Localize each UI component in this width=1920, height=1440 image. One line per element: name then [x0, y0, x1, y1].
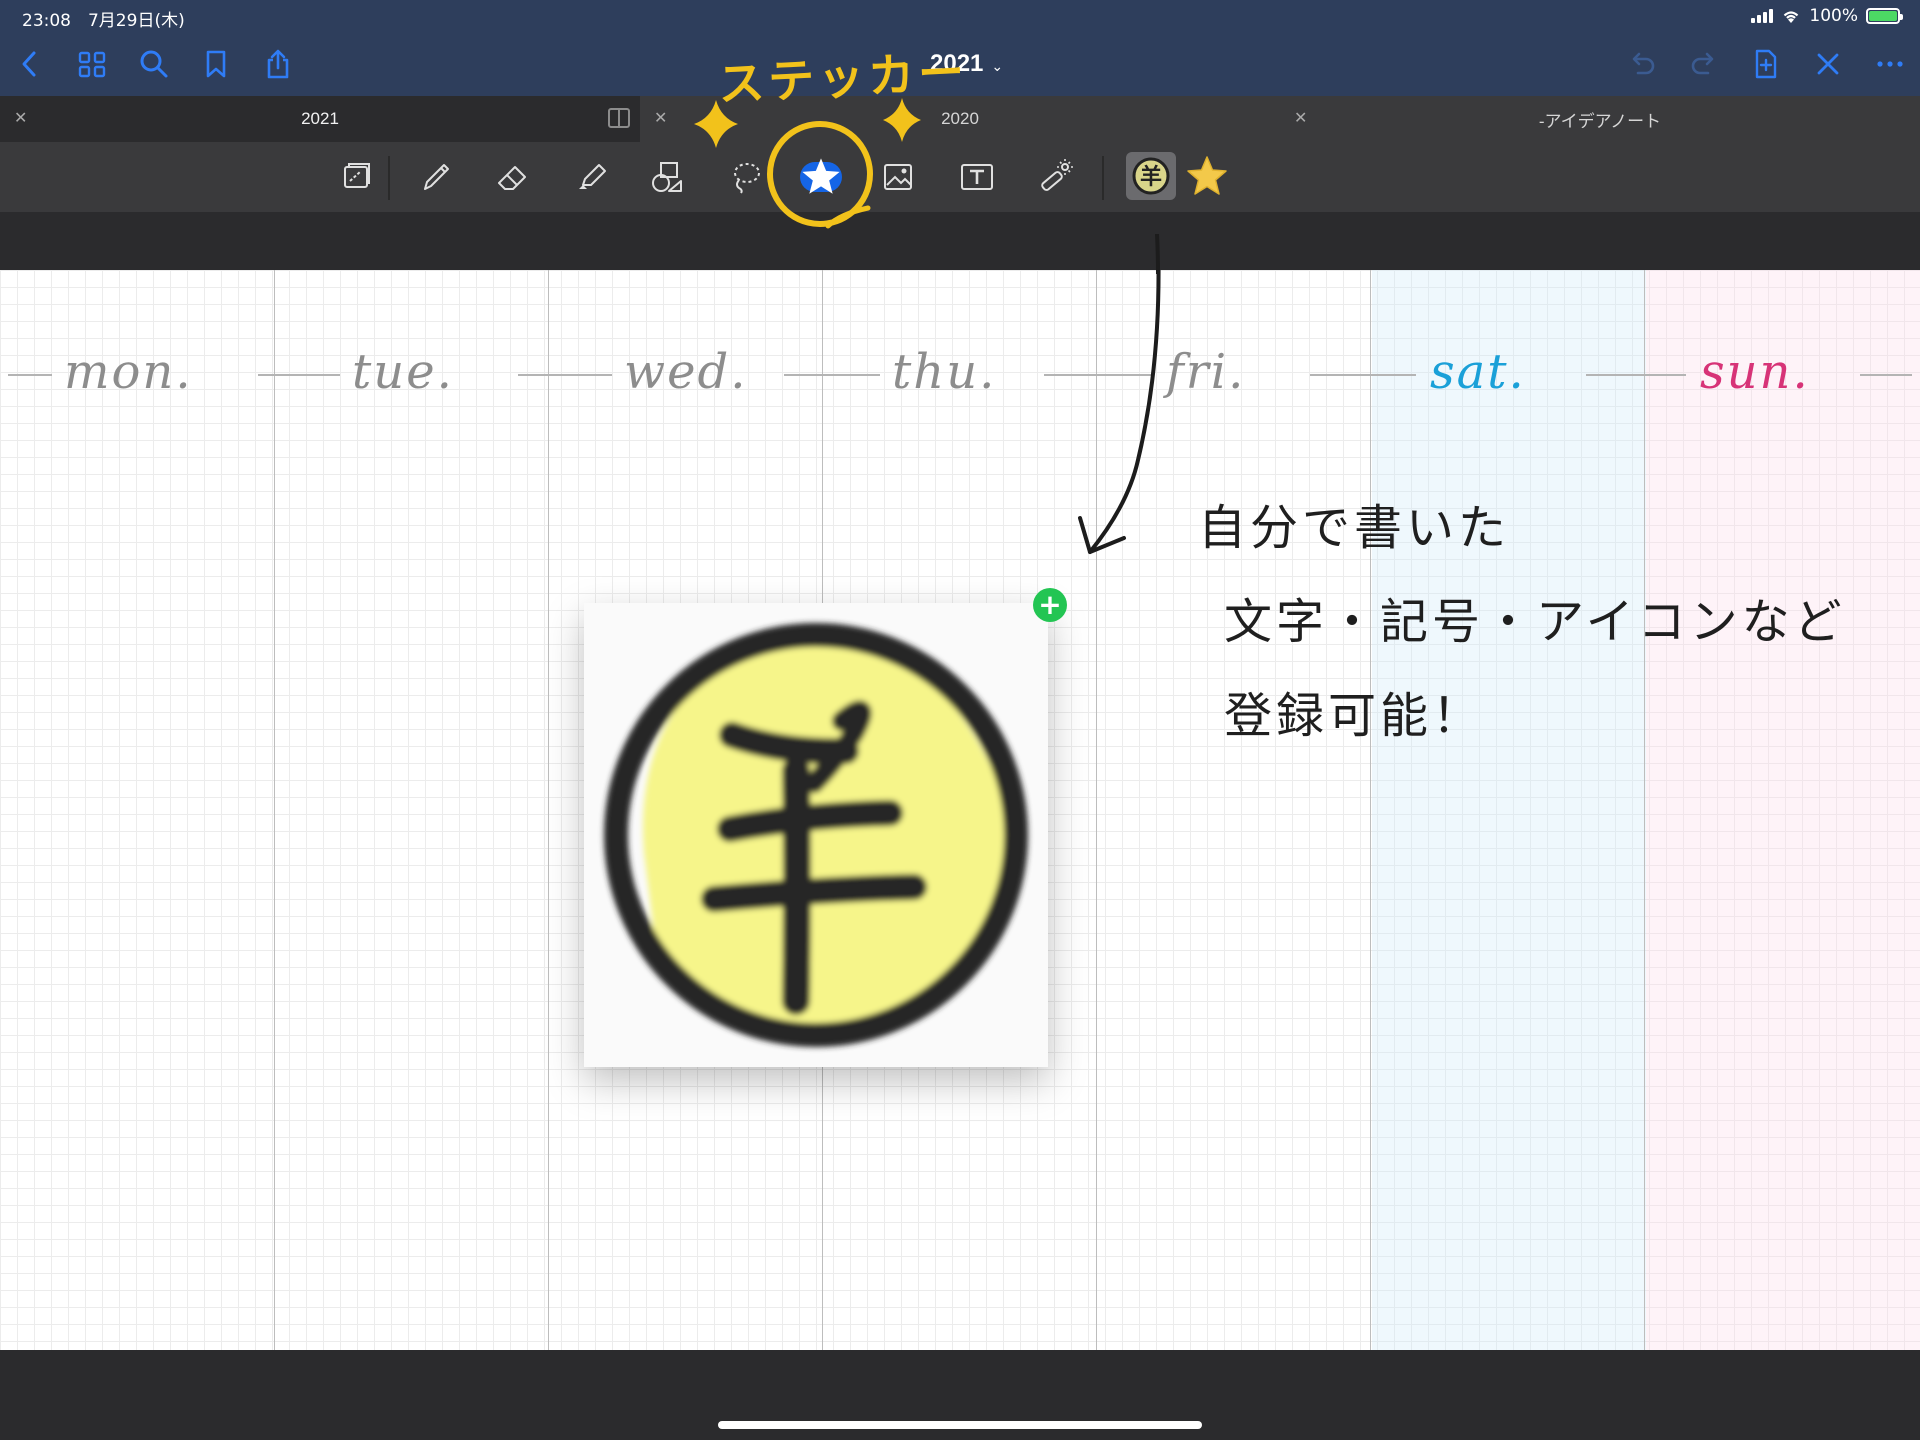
- weekday-header: mon. tue. wed. thu. fri. sat. sun.: [0, 344, 1920, 404]
- close-tab-icon[interactable]: ✕: [654, 108, 667, 128]
- preset-star-sticker[interactable]: [1182, 152, 1232, 200]
- tool-bar: 羊: [0, 142, 1920, 212]
- highlighter-icon: [579, 164, 606, 189]
- battery-icon: [1866, 8, 1903, 24]
- pen-icon: [424, 164, 449, 190]
- split-view-icon[interactable]: [608, 108, 630, 128]
- status-time: 23:08 7月29日(木): [22, 11, 185, 31]
- shapes-icon: [652, 162, 682, 192]
- eraser-tool-button[interactable]: [486, 152, 540, 202]
- sticker-tool-active: [800, 158, 842, 194]
- undo-button[interactable]: [1622, 44, 1662, 84]
- tab-label: 2021: [301, 109, 339, 128]
- header-dash: [784, 374, 880, 376]
- shapes-tool-button[interactable]: [640, 152, 694, 202]
- close-tab-icon[interactable]: ✕: [14, 108, 27, 128]
- redo-button[interactable]: [1684, 44, 1724, 84]
- lasso-tool-button[interactable]: [718, 152, 772, 202]
- image-icon: [884, 164, 912, 190]
- share-icon: [267, 49, 289, 79]
- image-tool-button[interactable]: [872, 152, 926, 202]
- preset-hitsuji-sticker[interactable]: 羊: [1126, 152, 1176, 200]
- header-dash: [1310, 374, 1416, 376]
- bookmark-icon: [206, 50, 226, 78]
- close-document-button[interactable]: [1808, 44, 1848, 84]
- grid-view-button[interactable]: [72, 44, 112, 84]
- add-page-button[interactable]: [1746, 44, 1786, 84]
- cellular-signal-icon: [1751, 9, 1774, 23]
- search-button[interactable]: [134, 44, 174, 84]
- battery-percent: 100%: [1809, 6, 1858, 26]
- read-only-icon: [344, 163, 370, 188]
- bookmark-button[interactable]: [196, 44, 236, 84]
- tab-label: -アイデアノート: [1538, 111, 1662, 131]
- add-sticker-button[interactable]: +: [1033, 588, 1067, 622]
- tab-2021[interactable]: ✕ 2021: [0, 96, 640, 142]
- sticker-icon: [802, 158, 840, 194]
- day-label-wed: wed.: [624, 344, 748, 400]
- wifi-icon: [1784, 11, 1799, 23]
- day-divider: [1644, 270, 1645, 1350]
- toolbar-extension-bar: [0, 212, 1920, 270]
- hitsuji-sticker[interactable]: [584, 603, 1048, 1067]
- note-line-2: 文字・記号・アイコンなど: [1224, 594, 1846, 650]
- status-indicators: 100%: [1751, 6, 1903, 26]
- share-button[interactable]: [258, 44, 298, 84]
- hitsuji-sticker-image: [604, 623, 1028, 1047]
- sunday-column: [1646, 270, 1920, 1350]
- hand-drawn-arrow: [1078, 270, 1161, 554]
- laser-pointer-tool-button[interactable]: [1028, 152, 1082, 202]
- sticker-tool-button[interactable]: [794, 152, 848, 202]
- text-icon: [961, 164, 993, 190]
- close-icon: [1817, 53, 1839, 75]
- tab-idea-note[interactable]: ✕ -アイデアノート: [1280, 96, 1920, 142]
- header-dash: [518, 374, 612, 376]
- day-label-thu: thu.: [892, 344, 997, 400]
- text-tool-button[interactable]: [950, 152, 1004, 202]
- note-line-3: 登録可能！: [1224, 688, 1485, 744]
- lasso-icon: [734, 163, 760, 194]
- laser-pointer-icon: [1041, 159, 1073, 191]
- close-tab-icon[interactable]: ✕: [1294, 108, 1307, 128]
- day-divider: [274, 270, 275, 1350]
- undo-icon: [1632, 52, 1655, 75]
- highlighter-tool-button[interactable]: [564, 152, 618, 202]
- grid-icon: [78, 51, 106, 78]
- toolbar-divider: [388, 156, 390, 200]
- eraser-icon: [498, 166, 526, 190]
- tab-bar: ✕ 2021 ✕ 2020 ✕ -アイデアノート: [0, 96, 1920, 142]
- redo-icon: [1691, 52, 1714, 75]
- header-dash: [1860, 374, 1912, 376]
- more-icon: [1877, 61, 1903, 67]
- header-dash: [8, 374, 52, 376]
- day-divider: [548, 270, 549, 1350]
- star-sticker-icon: [1187, 156, 1227, 195]
- chevron-down-icon: ⌄: [991, 58, 1004, 74]
- sticker-annotation-label: ステッカー: [716, 44, 970, 112]
- back-icon: [22, 51, 36, 77]
- add-page-icon: [1755, 49, 1777, 79]
- toolbar-divider: [1102, 156, 1104, 200]
- header-dash: [1586, 374, 1686, 376]
- day-label-sun: sun.: [1700, 344, 1810, 400]
- header-dash: [258, 374, 340, 376]
- home-indicator[interactable]: [718, 1421, 1202, 1429]
- hitsuji-sticker-icon: 羊: [1132, 157, 1170, 195]
- hand-drawn-arrow-top: [1155, 234, 1160, 274]
- back-button[interactable]: [10, 44, 50, 84]
- notebook-page[interactable]: mon. tue. wed. thu. fri. sat. sun. 自分で書い…: [0, 270, 1920, 1350]
- hitsuji-sticker-glyph: 羊: [1140, 164, 1162, 190]
- tab-label: 2020: [941, 109, 979, 128]
- more-button[interactable]: [1870, 44, 1910, 84]
- pen-tool-button[interactable]: [408, 152, 462, 202]
- day-label-tue: tue.: [352, 344, 454, 400]
- day-label-sat: sat.: [1430, 344, 1526, 400]
- day-divider: [1370, 270, 1371, 1350]
- saturday-column: [1372, 270, 1646, 1350]
- note-line-1: 自分で書いた: [1198, 500, 1511, 556]
- day-label-mon: mon.: [64, 344, 193, 400]
- search-icon: [140, 50, 168, 78]
- read-only-mode-button[interactable]: [330, 152, 384, 202]
